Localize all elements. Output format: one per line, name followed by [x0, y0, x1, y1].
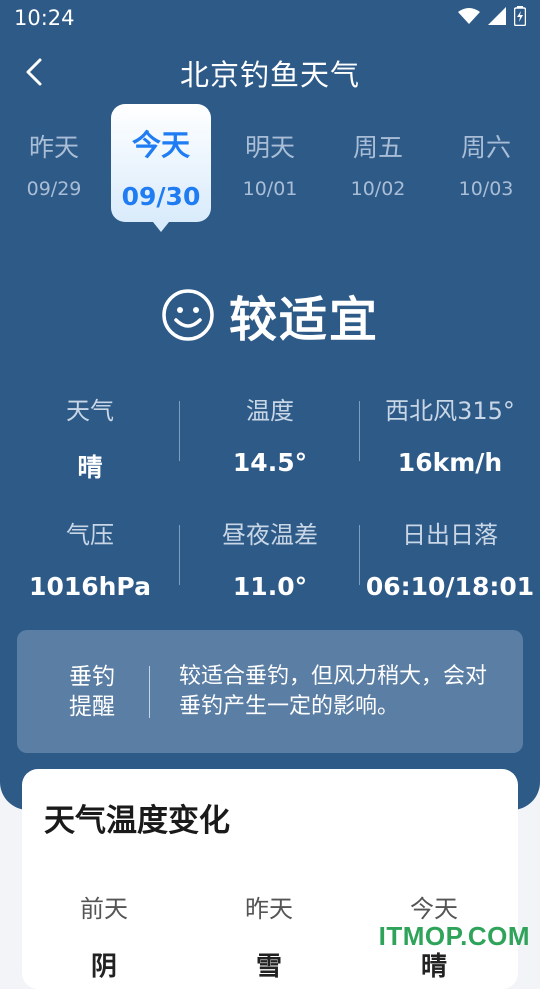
tab-day-date: 09/29: [26, 178, 82, 200]
stat-pressure: 气压 1016hPa: [0, 515, 180, 601]
rating-label: 较适宜: [228, 292, 379, 348]
tab-friday[interactable]: 周五 10/02: [328, 104, 428, 222]
stat-sunrise-sunset: 日出日落 06:10/18:01: [360, 515, 540, 601]
tab-day-name: 昨天: [28, 133, 79, 162]
tab-day-date: 09/30: [121, 182, 201, 211]
tab-pointer: [153, 222, 169, 232]
top-bar: 北京钓鱼天气: [0, 44, 540, 100]
tip-text: 较适合垂钓，但风力稍大，会对垂钓产生一定的影响。: [179, 664, 488, 719]
temp-column-day: 今天: [410, 895, 458, 923]
tip-divider: [149, 666, 150, 718]
stat-key: 日出日落: [402, 521, 498, 549]
tab-today[interactable]: 今天 09/30: [111, 104, 211, 232]
tab-day-name: 明天: [244, 133, 295, 162]
signal-icon: [488, 7, 506, 25]
stat-value: 06:10/18:01: [365, 572, 535, 601]
page-title: 北京钓鱼天气: [179, 58, 360, 92]
fishing-rating: 较适宜: [0, 280, 540, 350]
wifi-icon: [458, 8, 480, 24]
tab-yesterday[interactable]: 昨天 09/29: [4, 104, 104, 222]
stat-key: 气压: [66, 521, 114, 549]
stat-wind: 西北风315° 16km/h: [360, 391, 540, 477]
tab-day-date: 10/02: [350, 178, 406, 200]
temp-column: 昨天 雪: [209, 889, 329, 983]
stat-key: 昼夜温差: [222, 521, 318, 549]
tab-tomorrow[interactable]: 明天 10/01: [220, 104, 320, 222]
tab-day-date: 10/03: [458, 178, 514, 200]
fishing-tip: 垂钓 提醒 较适合垂钓，但风力稍大，会对垂钓产生一定的影响。: [17, 630, 523, 753]
stat-value: 16km/h: [397, 448, 503, 477]
status-icons: [458, 6, 526, 26]
card-title: 天气温度变化: [44, 803, 230, 839]
status-time: 10:24: [14, 6, 75, 30]
tab-saturday[interactable]: 周六 10/03: [436, 104, 536, 222]
smile-icon: [162, 289, 214, 341]
stat-value: 11.0°: [232, 572, 308, 601]
tab-day-name: 周六: [460, 133, 511, 162]
tip-label-line2: 提醒: [69, 694, 115, 720]
tip-label: 垂钓 提醒: [57, 662, 127, 722]
watermark: ITMOP.COM: [378, 921, 530, 951]
stat-value: 晴: [77, 453, 103, 482]
stat-key: 温度: [246, 397, 294, 425]
stat-key: 天气: [66, 397, 114, 425]
stat-temp-diff: 昼夜温差 11.0°: [180, 515, 360, 601]
tab-day-date: 10/01: [242, 178, 298, 200]
stat-key: 西北风315°: [385, 397, 515, 425]
tab-day-name: 周五: [352, 133, 403, 162]
temp-column-weather: 雪: [255, 952, 282, 982]
temp-column-day: 前天: [80, 895, 128, 923]
temperature-change-card: 天气温度变化 前天 阴 昨天 雪 今天 晴: [22, 769, 518, 989]
temp-column: 前天 阴: [44, 889, 164, 983]
tab-day-name: 今天: [131, 128, 190, 162]
battery-icon: [514, 6, 526, 26]
tip-label-line1: 垂钓: [69, 664, 115, 690]
status-bar: 10:24: [0, 0, 540, 38]
day-tabs: 昨天 09/29 今天 09/30 明天 10/01 周五 10/02 周六 1…: [0, 104, 540, 234]
temp-column-day: 昨天: [245, 895, 293, 923]
stat-weather: 天气 晴: [0, 391, 180, 484]
stat-value: 14.5°: [232, 448, 308, 477]
temp-column-weather: 阴: [90, 952, 117, 982]
stat-value: 1016hPa: [29, 572, 151, 601]
stat-temperature: 温度 14.5°: [180, 391, 360, 477]
